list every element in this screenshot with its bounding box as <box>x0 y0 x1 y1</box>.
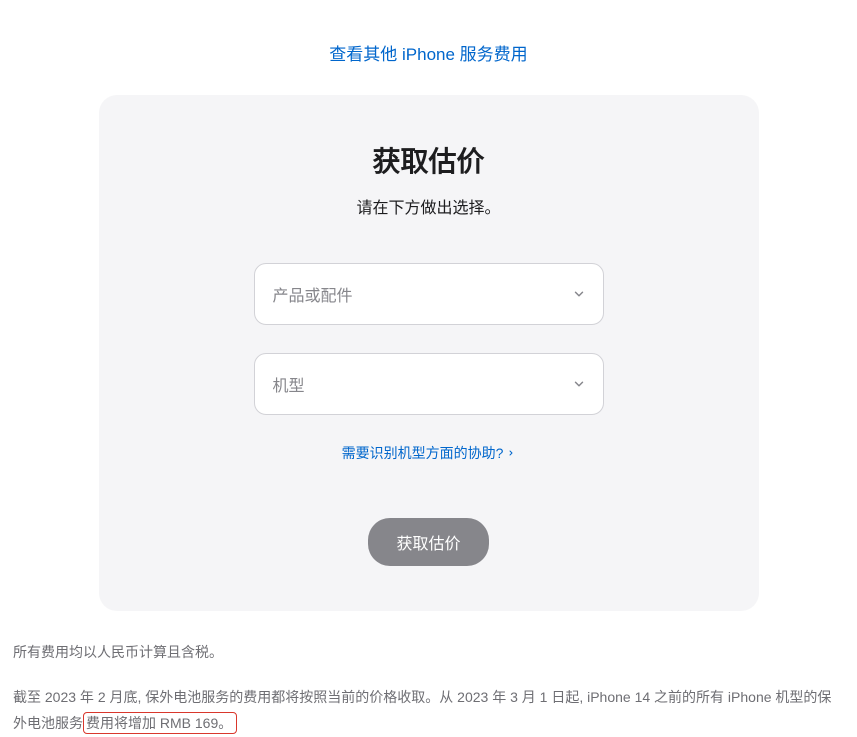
get-estimate-button[interactable]: 获取估价 <box>368 518 488 566</box>
product-select[interactable]: 产品或配件 <box>254 263 604 325</box>
footer-line-1: 所有费用均以人民币计算且含税。 <box>13 639 844 666</box>
chevron-right-icon <box>507 445 515 461</box>
top-link-container: 查看其他 iPhone 服务费用 <box>10 0 847 95</box>
product-select-wrapper: 产品或配件 <box>254 263 604 325</box>
model-select-wrapper: 机型 <box>254 353 604 415</box>
model-select-placeholder: 机型 <box>273 372 305 396</box>
card-subtitle: 请在下方做出选择。 <box>139 194 719 218</box>
estimate-card: 获取估价 请在下方做出选择。 产品或配件 机型 需要识别机型方面的协助? <box>99 95 759 611</box>
footer-text: 所有费用均以人民币计算且含税。 截至 2023 年 2 月底, 保外电池服务的费… <box>11 639 846 737</box>
view-other-services-link[interactable]: 查看其他 iPhone 服务费用 <box>329 45 527 64</box>
price-increase-highlight: 费用将增加 RMB 169。 <box>83 712 237 734</box>
card-title: 获取估价 <box>139 140 719 180</box>
footer-line-2: 截至 2023 年 2 月底, 保外电池服务的费用都将按照当前的价格收取。从 2… <box>13 684 844 737</box>
model-select[interactable]: 机型 <box>254 353 604 415</box>
identify-model-help-link[interactable]: 需要识别机型方面的协助? <box>342 443 516 463</box>
help-link-label: 需要识别机型方面的协助? <box>342 443 504 463</box>
product-select-placeholder: 产品或配件 <box>273 282 353 306</box>
